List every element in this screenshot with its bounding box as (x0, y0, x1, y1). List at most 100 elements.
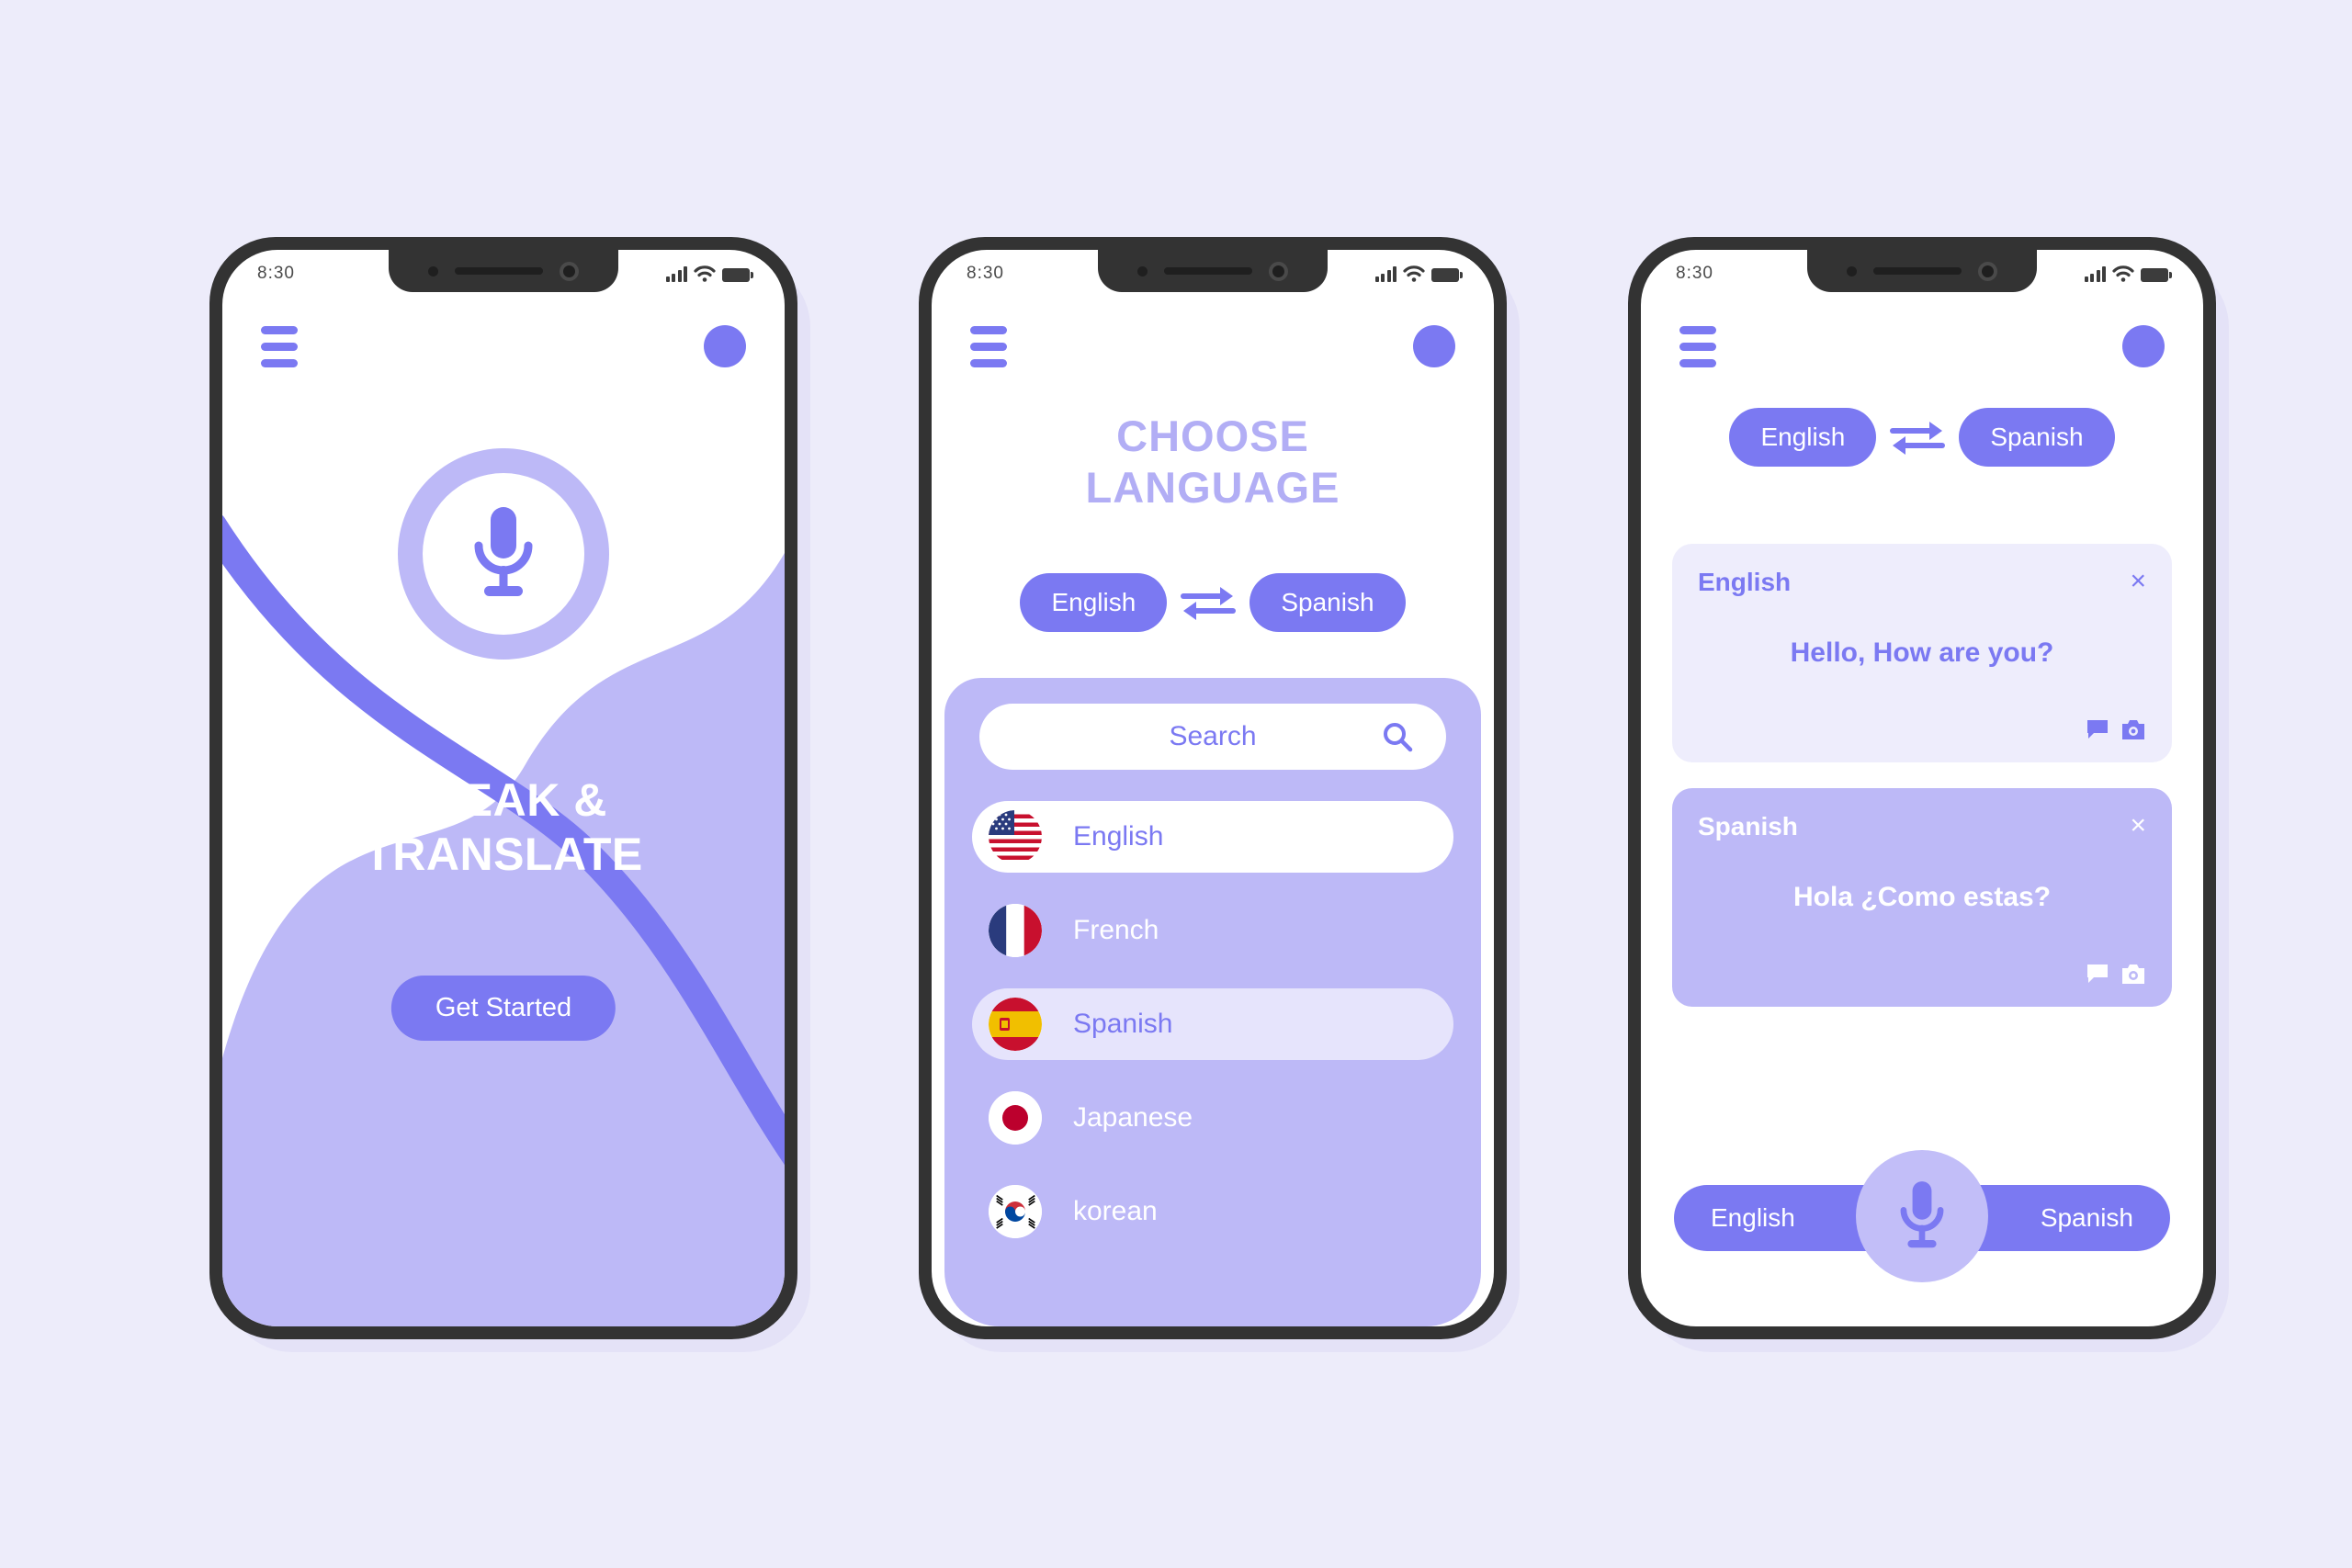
microphone-record-button[interactable] (1856, 1150, 1988, 1282)
language-list-item-korean[interactable]: korean (972, 1176, 1453, 1247)
swap-arrows-icon[interactable] (1889, 416, 1946, 458)
earpiece-speaker-icon (1164, 267, 1252, 275)
microphone-hero-inner (423, 473, 584, 635)
hamburger-menu-icon[interactable] (1679, 325, 1716, 367)
status-time: 8:30 (257, 264, 295, 283)
search-placeholder: Search (1169, 721, 1257, 751)
language-name: Spanish (1073, 1009, 1173, 1039)
app-header-choose-language (932, 314, 1494, 378)
microphone-icon (1900, 1181, 1944, 1248)
title-line-1: SPEAK & (400, 774, 607, 826)
screen-onboarding: 8:30 SPEAK & TRANSLATE Get Started (222, 250, 785, 1326)
language-list-item-french[interactable]: French (972, 895, 1453, 966)
translation-card-source: English × Hello, How are you? (1672, 544, 2172, 762)
source-language-button[interactable]: English (1729, 408, 1877, 467)
app-header-translate (1641, 314, 2203, 378)
bottom-target-language[interactable]: Spanish (2041, 1203, 2133, 1233)
search-icon[interactable] (1382, 721, 1413, 752)
card-language-label: Spanish (1698, 812, 1798, 840)
translation-card-target: Spanish × Hola ¿Como estas? (1672, 788, 2172, 1007)
language-list-item-english[interactable]: English (972, 801, 1453, 873)
avatar-icon[interactable] (1413, 325, 1455, 367)
phone-mockup-translate: 8:30 English Spanish English × Hello, Ho… (1628, 237, 2229, 1352)
flag-fr-icon (989, 904, 1042, 957)
language-swap-control: English Spanish (1641, 408, 2203, 467)
page-title-onboarding: SPEAK & TRANSLATE (222, 773, 785, 881)
language-list-item-japanese[interactable]: Japanese (972, 1082, 1453, 1154)
wifi-icon (1403, 265, 1425, 282)
avatar-icon[interactable] (704, 325, 746, 367)
language-list-item-spanish[interactable]: Spanish (972, 988, 1453, 1060)
front-camera-icon (560, 261, 579, 281)
target-language-button[interactable]: Spanish (1959, 408, 2115, 467)
phone-notch (389, 250, 618, 292)
card-text: Hello, How are you? (1790, 637, 2054, 668)
close-icon[interactable]: × (2130, 568, 2146, 595)
language-name: French (1073, 915, 1159, 945)
proximity-sensor-icon (1847, 265, 1857, 276)
bottom-source-language[interactable]: English (1711, 1203, 1795, 1233)
flag-es-icon (989, 998, 1042, 1051)
signal-bars-icon (1374, 266, 1396, 282)
microphone-icon (474, 507, 533, 596)
phone-notch (1807, 250, 2037, 292)
front-camera-icon (1978, 261, 1997, 281)
chat-bubble-icon[interactable] (2086, 963, 2109, 987)
screen-choose-language: 8:30 CHOOSE LANGUAGE English Spanish Sea… (932, 250, 1494, 1326)
target-language-button[interactable]: Spanish (1250, 573, 1406, 632)
language-name: Japanese (1073, 1102, 1193, 1133)
search-input[interactable]: Search (979, 704, 1446, 770)
microphone-hero-button[interactable] (398, 448, 609, 660)
wifi-icon (694, 265, 716, 282)
card-header: Spanish × (1698, 812, 2146, 841)
front-camera-icon (1269, 261, 1288, 281)
battery-icon (722, 268, 753, 282)
card-actions (2086, 963, 2146, 987)
swap-arrows-icon[interactable] (1180, 581, 1237, 624)
phone-notch (1098, 250, 1328, 292)
hamburger-menu-icon[interactable] (970, 325, 1007, 367)
card-actions (2086, 718, 2146, 742)
get-started-button[interactable]: Get Started (390, 976, 616, 1041)
hamburger-menu-icon[interactable] (261, 325, 298, 367)
signal-bars-icon (2084, 266, 2106, 282)
language-swap-control: English Spanish (932, 573, 1494, 632)
card-language-label: English (1698, 568, 1792, 596)
flag-us-icon (989, 810, 1042, 863)
status-time: 8:30 (1676, 264, 1713, 283)
avatar-icon[interactable] (2122, 325, 2165, 367)
title-line-2: LANGUAGE (1085, 463, 1340, 513)
proximity-sensor-icon (428, 265, 438, 276)
status-icons (665, 265, 753, 282)
language-list: English French Spanish Japanese korean (972, 801, 1453, 1247)
status-time: 8:30 (967, 264, 1004, 283)
phone-mockup-choose-language: 8:30 CHOOSE LANGUAGE English Spanish Sea… (919, 237, 1520, 1352)
battery-icon (1431, 268, 1463, 282)
title-line-2: TRANSLATE (364, 828, 643, 880)
close-icon[interactable]: × (2130, 812, 2146, 840)
app-header-onboarding (222, 314, 785, 378)
proximity-sensor-icon (1137, 265, 1148, 276)
flag-jp-icon (989, 1091, 1042, 1145)
earpiece-speaker-icon (1873, 267, 1962, 275)
camera-icon[interactable] (2120, 719, 2146, 741)
language-name: korean (1073, 1196, 1158, 1226)
flag-kr-icon (989, 1185, 1042, 1238)
card-text: Hola ¿Como estas? (1792, 882, 2052, 912)
language-name: English (1073, 821, 1164, 852)
chat-bubble-icon[interactable] (2086, 718, 2109, 742)
language-picker-panel: Search English French Spanish Japanese k… (944, 678, 1481, 1326)
title-line-1: CHOOSE (1116, 412, 1309, 460)
source-language-button[interactable]: English (1020, 573, 1168, 632)
card-header: English × (1698, 568, 2146, 597)
battery-icon (2141, 268, 2172, 282)
status-icons (2084, 265, 2172, 282)
phone-mockup-onboarding: 8:30 SPEAK & TRANSLATE Get Started (209, 237, 810, 1352)
signal-bars-icon (665, 266, 687, 282)
earpiece-speaker-icon (455, 267, 543, 275)
camera-icon[interactable] (2120, 964, 2146, 986)
status-icons (1374, 265, 1463, 282)
wifi-icon (2112, 265, 2134, 282)
screen-translate: 8:30 English Spanish English × Hello, Ho… (1641, 250, 2203, 1326)
page-title-choose-language: CHOOSE LANGUAGE (932, 411, 1494, 514)
